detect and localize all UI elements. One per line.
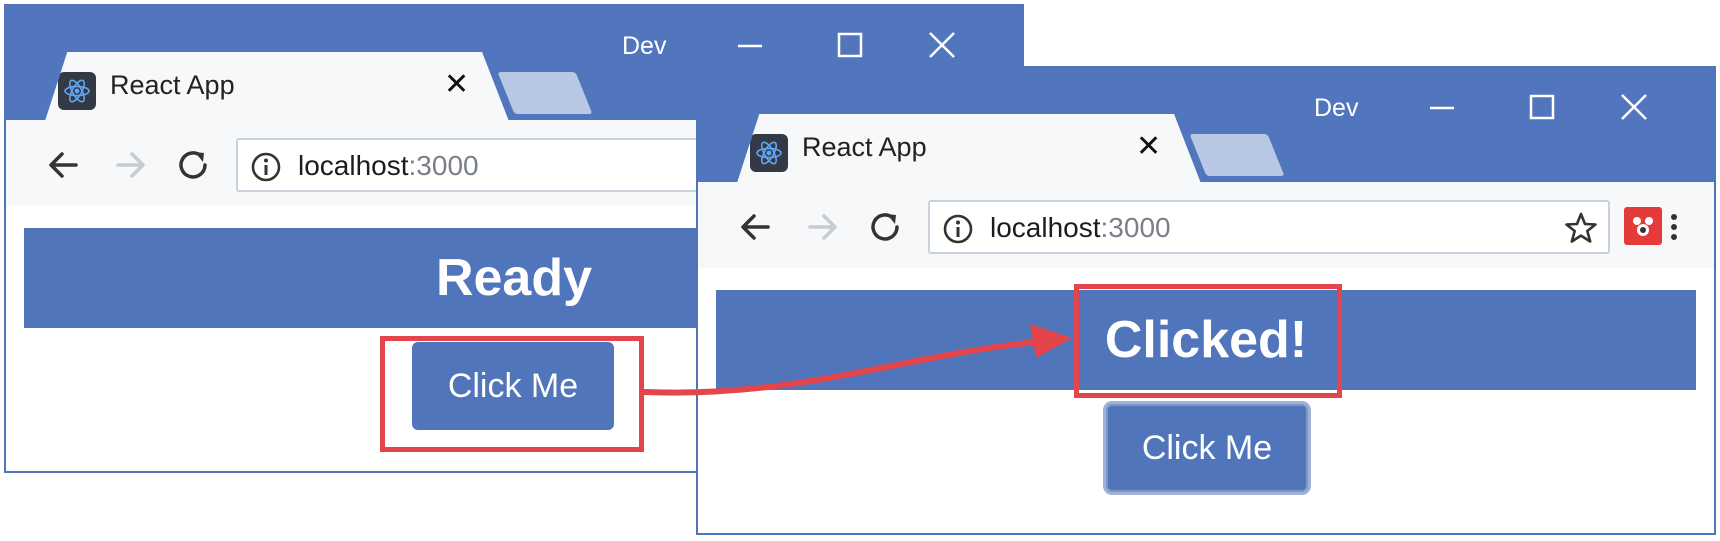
connector-arrow bbox=[641, 324, 1072, 396]
